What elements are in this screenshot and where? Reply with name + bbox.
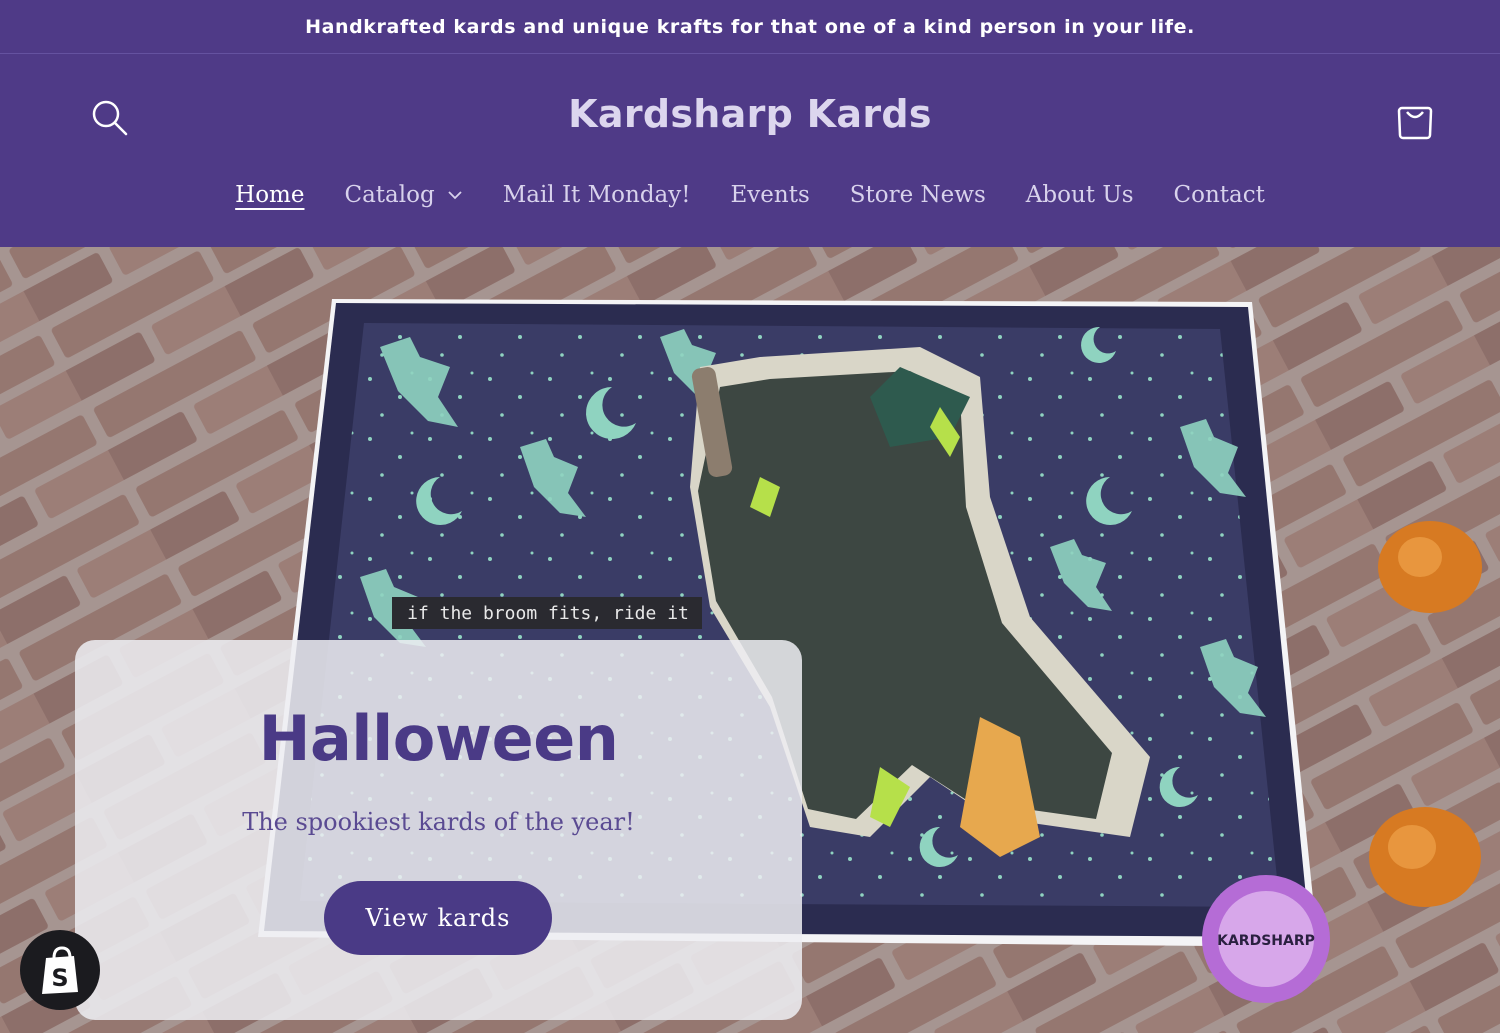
- site-logo[interactable]: Kardsharp Kards: [0, 92, 1500, 136]
- cart-button[interactable]: [1390, 94, 1440, 144]
- nav-catalog-label: Catalog: [344, 182, 435, 208]
- nav-home-label: Home: [235, 182, 305, 208]
- nav-events-label: Events: [730, 182, 810, 208]
- nav-home[interactable]: Home: [235, 182, 304, 208]
- announcement-bar: Handkrafted kards and unique krafts for …: [0, 0, 1500, 54]
- main-nav: Home Catalog Mail It Monday! Events Stor…: [0, 182, 1500, 208]
- nav-events[interactable]: Events: [731, 182, 810, 208]
- site-header: Kardsharp Kards Home Catalog Mail It Mon…: [0, 54, 1500, 247]
- nav-store-news[interactable]: Store News: [850, 182, 986, 208]
- nav-mail-it-monday[interactable]: Mail It Monday!: [503, 182, 691, 208]
- shopify-bag-icon: S: [42, 946, 78, 994]
- kardsharp-stamp: KARDSHARP: [1217, 933, 1315, 949]
- announcement-text: Handkrafted kards and unique krafts for …: [305, 15, 1195, 38]
- nav-contact[interactable]: Contact: [1174, 182, 1265, 208]
- hero-banner: if the broom fits, ride it KARDSHARP Hal…: [0, 247, 1500, 1033]
- card-caption: if the broom fits, ride it: [407, 603, 689, 624]
- nav-about-us-label: About Us: [1025, 182, 1134, 208]
- hero-content-card: Halloween The spookiest kards of the yea…: [75, 640, 802, 1020]
- nav-store-news-label: Store News: [849, 182, 986, 208]
- chevron-down-icon: [448, 191, 462, 200]
- nav-contact-label: Contact: [1173, 182, 1265, 208]
- shopify-glyph: S: [51, 964, 68, 992]
- view-kards-button[interactable]: View kards: [324, 881, 552, 955]
- hero-subheading: The spookiest kards of the year!: [242, 808, 635, 836]
- nav-about-us[interactable]: About Us: [1026, 182, 1134, 208]
- cart-icon: [1397, 106, 1433, 140]
- shopify-badge[interactable]: S: [20, 930, 100, 1010]
- hero-heading: Halloween: [258, 702, 619, 775]
- nav-mail-it-monday-label: Mail It Monday!: [502, 182, 691, 208]
- nav-catalog[interactable]: Catalog: [344, 182, 462, 208]
